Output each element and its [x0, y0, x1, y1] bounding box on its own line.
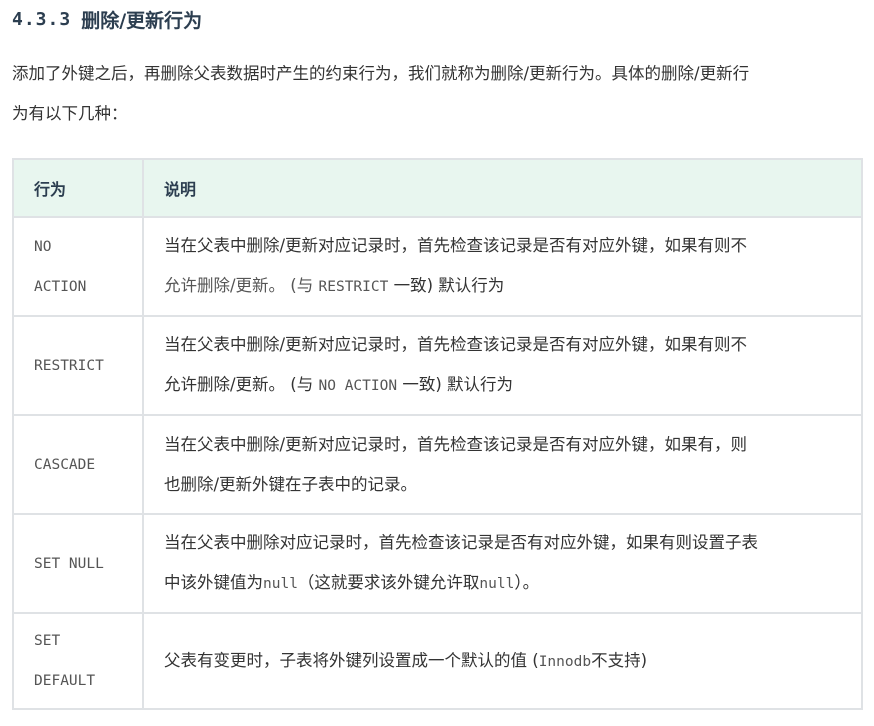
- description-text: 一致) 默认行为: [397, 375, 514, 394]
- action-name: RESTRICT: [34, 357, 104, 374]
- action-cell: SET NULL: [12, 513, 144, 614]
- description-cell: 父表有变更时，子表将外键列设置成一个默认的值 (Innodb不支持): [142, 612, 863, 710]
- action-cell: SET DEFAULT: [12, 612, 144, 710]
- description-text: 父表有变更时，子表将外键列设置成一个默认的值 (: [164, 650, 539, 670]
- inline-code: null: [263, 576, 298, 592]
- description-text: 当在父表中删除/更新对应记录时，首先检查该记录是否有对应外键，如果有则不: [164, 236, 748, 255]
- inline-code: NO ACTION: [318, 378, 398, 394]
- table-row: CASCADE 当在父表中删除/更新对应记录时，首先检查该记录是否有对应外键，如…: [12, 414, 863, 515]
- section-title: 删除/更新行为: [81, 9, 203, 32]
- description-text: 一致) 默认行为: [388, 276, 505, 295]
- fk-behavior-table: 行为 说明 NO ACTION 当在父表中删除/更新对应记录时，首先检查该记录是…: [12, 158, 863, 710]
- intro-paragraph: 添加了外键之后，再删除父表数据时产生的约束行为，我们就称为删除/更新行为。具体的…: [12, 54, 864, 134]
- description-text: 中该外键值为: [164, 573, 263, 592]
- description-cell: 当在父表中删除/更新对应记录时，首先检查该记录是否有对应外键，如果有则不 允许删…: [142, 315, 863, 416]
- description-text: 当在父表中删除/更新对应记录时，首先检查该记录是否有对应外键，如果有，则: [164, 434, 748, 454]
- description-cell: 当在父表中删除/更新对应记录时，首先检查该记录是否有对应外键，如果有，则 也删除…: [142, 414, 863, 515]
- inline-code: RESTRICT: [318, 279, 389, 295]
- description-text: 不支持): [591, 650, 648, 670]
- table-row: RESTRICT 当在父表中删除/更新对应记录时，首先检查该记录是否有对应外键，…: [12, 315, 863, 416]
- description-text: 也删除/更新外键在子表中的记录。: [164, 474, 418, 494]
- description-text: （这就要求该外键允许取: [297, 573, 480, 592]
- description-text: ）。: [514, 573, 540, 592]
- description-cell: 当在父表中删除/更新对应记录时，首先检查该记录是否有对应外键，如果有则不 允许删…: [142, 216, 863, 317]
- section-number: 4.3.3: [12, 8, 72, 30]
- description-text: 当在父表中删除/更新对应记录时，首先检查该记录是否有对应外键，如果有则不: [164, 335, 748, 354]
- header-action: 行为: [12, 158, 144, 218]
- inline-code: Innodb: [538, 653, 592, 670]
- header-description: 说明: [142, 158, 863, 218]
- description-text: 允许删除/更新。 (与: [164, 375, 319, 394]
- action-cell: NO ACTION: [12, 216, 144, 317]
- action-name: NO: [34, 238, 52, 255]
- inline-code: null: [479, 576, 515, 592]
- table-row: SET NULL 当在父表中删除对应记录时，首先检查该记录是否有对应外键，如果有…: [12, 513, 863, 614]
- table-row: NO ACTION 当在父表中删除/更新对应记录时，首先检查该记录是否有对应外键…: [12, 216, 863, 317]
- table-header-row: 行为 说明: [12, 158, 863, 218]
- description-cell: 当在父表中删除对应记录时，首先检查该记录是否有对应外键，如果有则设置子表 中该外…: [142, 513, 863, 614]
- action-name: ACTION: [34, 278, 87, 295]
- action-cell: RESTRICT: [12, 315, 144, 416]
- action-name: DEFAULT: [34, 673, 96, 689]
- intro-line-2: 为有以下几种：: [12, 104, 128, 123]
- intro-line-1: 添加了外键之后，再删除父表数据时产生的约束行为，我们就称为删除/更新行为。具体的…: [12, 64, 750, 83]
- section-heading: 4.3.3 删除/更新行为: [12, 4, 202, 34]
- description-text: 允许删除/更新。 (与: [164, 276, 319, 295]
- description-text: 当在父表中删除对应记录时，首先检查该记录是否有对应外键，如果有则设置子表: [164, 533, 758, 552]
- action-name: SET: [34, 633, 61, 649]
- action-name: CASCADE: [34, 456, 96, 473]
- action-name: SET NULL: [34, 555, 104, 572]
- table-row: SET DEFAULT 父表有变更时，子表将外键列设置成一个默认的值 (Inno…: [12, 612, 863, 710]
- action-cell: CASCADE: [12, 414, 144, 515]
